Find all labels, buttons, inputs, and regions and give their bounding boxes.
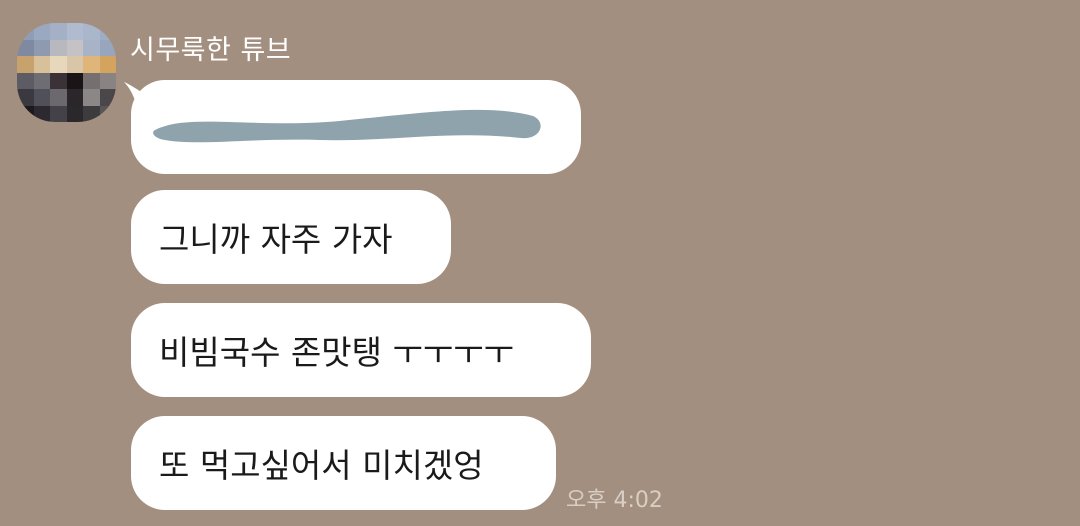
message-text: 비빔국수 존맛탱 ㅜㅜㅜㅜ [159,333,514,372]
avatar[interactable] [17,23,116,122]
message-bubble[interactable] [131,80,581,174]
redaction-scribble [153,109,541,143]
message-bubble[interactable]: 그니까 자주 가자 [131,190,451,284]
message-timestamp: 오후 4:02 [566,488,663,513]
sender-name: 시무룩한 튜브 [130,35,292,66]
message-bubble[interactable]: 비빔국수 존맛탱 ㅜㅜㅜㅜ [131,303,591,397]
message-text: 또 먹고싶어서 미치겠엉 [159,446,484,485]
message-bubble[interactable]: 또 먹고싶어서 미치겠엉 [131,416,556,510]
message-text: 그니까 자주 가자 [159,220,393,259]
